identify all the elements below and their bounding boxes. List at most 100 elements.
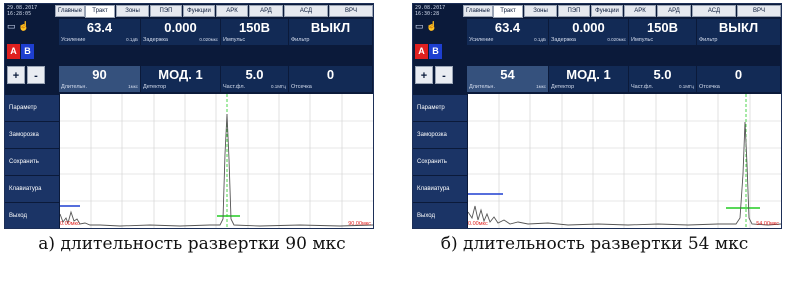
tab-main[interactable]: Главные (463, 5, 493, 17)
hand-icon: ☝ (426, 21, 438, 31)
tab-transducer[interactable]: ПЭП (150, 5, 182, 17)
a-scan-display: 0.00мкс 54.00мкс (468, 94, 781, 228)
cutoff-cell[interactable]: 0 Отсечка (697, 66, 781, 92)
tab-vrch[interactable]: ВРЧ (737, 5, 781, 17)
channel-b-button[interactable]: B (429, 44, 442, 59)
detector-cell[interactable]: МОД. 1 Детектор (141, 66, 221, 92)
tab-vrch[interactable]: ВРЧ (329, 5, 373, 17)
tab-main[interactable]: Главные (55, 5, 85, 17)
tab-transducer[interactable]: ПЭП (558, 5, 590, 17)
gain-unit: 0.1дБ (534, 37, 546, 42)
menu-save[interactable]: Сохранить (5, 148, 59, 175)
scale-end: 54.00мкс (756, 221, 779, 227)
channel-a-button[interactable]: A (415, 44, 428, 59)
scale-end: 90.00мкс (348, 221, 371, 227)
cutoff-label: Отсечка (699, 84, 720, 90)
plus-button[interactable]: + (7, 66, 25, 84)
tab-tract[interactable]: Тракт (85, 5, 115, 18)
duration-unit: 1мкс (128, 84, 138, 89)
time: 16:28:05 (7, 11, 32, 17)
duration-cell[interactable]: 54 Длительн. 1мкс (467, 66, 549, 92)
tab-functions[interactable]: Функции (183, 5, 215, 17)
cutoff-cell[interactable]: 0 Отсечка (289, 66, 373, 92)
pulse-cell[interactable]: 150В Импульс (629, 19, 697, 45)
datetime: 29.08.2017 16:30:28 (415, 5, 463, 17)
duration-unit: 1мкс (536, 84, 546, 89)
menu-freeze[interactable]: Заморозка (413, 121, 467, 148)
a-scan-display: 0.00мкс 90.00мкс (60, 94, 373, 228)
flaw-detector-screen-b: 29.08.2017 16:30:28 Главные Тракт Зоны П… (412, 3, 782, 229)
menu-exit[interactable]: Выход (413, 202, 467, 228)
duration-cell[interactable]: 90 Длительн. 1мкс (59, 66, 141, 92)
frequency-unit: 0.1МГц (678, 84, 694, 89)
channel-b-button[interactable]: B (21, 44, 34, 59)
time: 16:30:28 (415, 11, 440, 17)
filter-value: ВЫКЛ (718, 20, 759, 35)
datetime: 29.08.2017 16:28:05 (7, 5, 55, 17)
menu-parameter[interactable]: Параметр (413, 94, 467, 121)
gain-value: 63.4 (494, 20, 521, 35)
frequency-label: Част.фл. (223, 84, 246, 90)
menu-keyboard[interactable]: Клавиатура (5, 175, 59, 202)
filter-cell[interactable]: ВЫКЛ Фильтр (697, 19, 781, 45)
menu-exit-label: Выход (9, 212, 27, 219)
minus-button[interactable]: - (27, 66, 45, 84)
filter-cell[interactable]: ВЫКЛ Фильтр (289, 19, 373, 45)
tab-functions[interactable]: Функции (591, 5, 623, 17)
pulse-label: Импульс (223, 37, 246, 43)
delay-cell[interactable]: 0.000 Задержка 0.020мкс (549, 19, 629, 45)
tab-zones[interactable]: Зоны (116, 5, 149, 17)
gain-cell[interactable]: 63.4 Усиление 0.1дБ (59, 19, 141, 45)
menu-parameter[interactable]: Параметр (5, 94, 59, 121)
menu-save[interactable]: Сохранить (413, 148, 467, 175)
tab-tract[interactable]: Тракт (493, 5, 523, 18)
channel-a-button[interactable]: A (7, 44, 20, 59)
menu-exit[interactable]: Выход (5, 202, 59, 228)
gain-cell[interactable]: 63.4 Усиление 0.1дБ (467, 19, 549, 45)
duration-value: 54 (500, 67, 515, 82)
tab-zones[interactable]: Зоны (524, 5, 557, 17)
detector-value: МОД. 1 (566, 67, 611, 82)
frequency-cell[interactable]: 5.0 Част.фл. 0.1МГц (629, 66, 697, 92)
plus-button[interactable]: + (415, 66, 433, 84)
detector-cell[interactable]: МОД. 1 Детектор (549, 66, 629, 92)
delay-value: 0.000 (164, 20, 197, 35)
tab-asd[interactable]: АСД (284, 5, 328, 17)
duration-value: 90 (92, 67, 107, 82)
detector-label: Детектор (551, 84, 575, 90)
delay-value: 0.000 (572, 20, 605, 35)
delay-unit: 0.020мкс (607, 37, 626, 42)
battery-icon: ▭ (415, 21, 424, 31)
delay-cell[interactable]: 0.000 Задержка 0.020мкс (141, 19, 221, 45)
cutoff-label: Отсечка (291, 84, 312, 90)
pulse-value: 150В (646, 20, 679, 35)
menu-parameter-label: Параметр (9, 105, 37, 111)
tab-ard[interactable]: АРД (249, 5, 283, 17)
a-scan-svg (468, 94, 781, 228)
menu-freeze-label: Заморозка (9, 132, 39, 138)
gain-label: Усиление (469, 37, 494, 43)
frequency-cell[interactable]: 5.0 Част.фл. 0.1МГц (221, 66, 289, 92)
menu-freeze[interactable]: Заморозка (5, 121, 59, 148)
tab-asd[interactable]: АСД (692, 5, 736, 17)
gain-unit: 0.1дБ (126, 37, 138, 42)
minus-button[interactable]: - (435, 66, 453, 84)
frequency-unit: 0.1МГц (270, 84, 286, 89)
tab-ark[interactable]: АРК (216, 5, 248, 17)
frequency-value: 5.0 (245, 67, 264, 82)
detector-value: МОД. 1 (158, 67, 203, 82)
tab-ark[interactable]: АРК (624, 5, 656, 17)
status-icons: ▭ ☝ (415, 19, 463, 34)
tab-bar: 29.08.2017 16:28:05 Главные Тракт Зоны П… (5, 4, 373, 18)
flaw-detector-screen-a: 29.08.2017 16:28:05 Главные Тракт Зоны П… (4, 3, 374, 229)
menu-save-label: Сохранить (417, 159, 447, 165)
delay-label: Задержка (551, 37, 576, 43)
menu-keyboard[interactable]: Клавиатура (413, 175, 467, 202)
pulse-cell[interactable]: 150В Импульс (221, 19, 289, 45)
duration-label: Длительн. (61, 84, 87, 90)
filter-value: ВЫКЛ (310, 20, 351, 35)
delay-label: Задержка (143, 37, 168, 43)
frequency-label: Част.фл. (631, 84, 654, 90)
echo-signal (60, 113, 373, 227)
tab-ard[interactable]: АРД (657, 5, 691, 17)
